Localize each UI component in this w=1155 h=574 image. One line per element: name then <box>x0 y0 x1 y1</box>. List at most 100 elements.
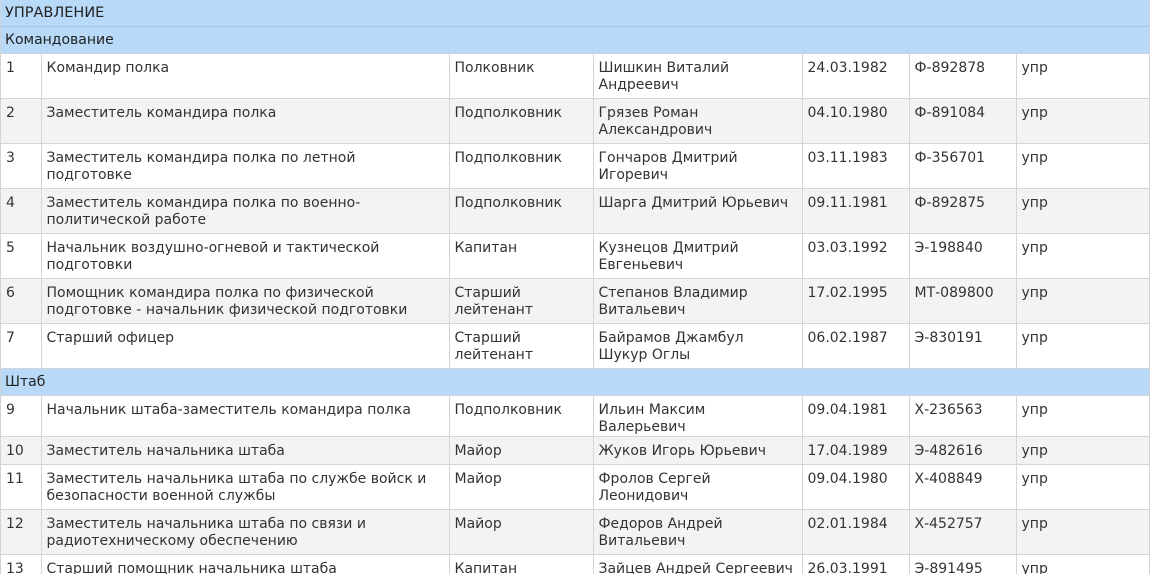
table-header-title: УПРАВЛЕНИЕ <box>1 0 1149 27</box>
table-row[interactable]: 5 Начальник воздушно-огневой и тактическ… <box>1 233 1149 279</box>
cell-name: Степанов Владимир Витальевич <box>593 278 803 324</box>
cell-rank: Старший лейтенант <box>449 323 594 369</box>
cell-code: Х-452757 <box>909 509 1017 555</box>
cell-rank: Майор <box>449 464 594 510</box>
cell-unit: упр <box>1016 98 1149 144</box>
cell-unit: упр <box>1016 278 1149 324</box>
cell-date: 03.11.1983 <box>802 143 910 189</box>
table-row[interactable]: 4 Заместитель командира полка по военно-… <box>1 188 1149 234</box>
cell-unit: упр <box>1016 188 1149 234</box>
cell-position: Старший помощник начальника штаба <box>41 554 450 574</box>
section-table-staff: 9 Начальник штаба-заместитель командира … <box>1 396 1149 574</box>
cell-name: Байрамов Джамбул Шукур Оглы <box>593 323 803 369</box>
table-row[interactable]: 12 Заместитель начальника штаба по связи… <box>1 509 1149 555</box>
cell-unit: упр <box>1016 233 1149 279</box>
cell-code: Э-482616 <box>909 436 1017 465</box>
cell-position: Заместитель начальника штаба <box>41 436 450 465</box>
table-row[interactable]: 6 Помощник командира полка по физической… <box>1 278 1149 324</box>
cell-date: 17.04.1989 <box>802 436 910 465</box>
cell-unit: упр <box>1016 436 1149 465</box>
cell-name: Шарга Дмитрий Юрьевич <box>593 188 803 234</box>
cell-date: 03.03.1992 <box>802 233 910 279</box>
cell-num: 4 <box>1 188 42 234</box>
cell-unit: упр <box>1016 509 1149 555</box>
cell-num: 2 <box>1 98 42 144</box>
table-row[interactable]: 7 Старший офицер Старший лейтенант Байра… <box>1 323 1149 369</box>
cell-position: Начальник штаба-заместитель командира по… <box>41 396 450 437</box>
cell-rank: Подполковник <box>449 98 594 144</box>
cell-code: Э-830191 <box>909 323 1017 369</box>
cell-rank: Подполковник <box>449 143 594 189</box>
cell-name: Ильин Максим Валерьевич <box>593 396 803 437</box>
cell-num: 9 <box>1 396 42 437</box>
cell-name: Федоров Андрей Витальевич <box>593 509 803 555</box>
cell-code: Х-236563 <box>909 396 1017 437</box>
cell-date: 09.04.1980 <box>802 464 910 510</box>
cell-name: Кузнецов Дмитрий Евгеньевич <box>593 233 803 279</box>
cell-position: Заместитель начальника штаба по службе в… <box>41 464 450 510</box>
cell-unit: упр <box>1016 554 1149 574</box>
cell-code: Э-198840 <box>909 233 1017 279</box>
cell-num: 6 <box>1 278 42 324</box>
cell-rank: Майор <box>449 436 594 465</box>
cell-name: Жуков Игорь Юрьевич <box>593 436 803 465</box>
table-row[interactable]: 9 Начальник штаба-заместитель командира … <box>1 396 1149 437</box>
cell-date: 09.04.1981 <box>802 396 910 437</box>
section-title-command: Командование <box>1 27 1149 54</box>
cell-rank: Капитан <box>449 233 594 279</box>
cell-num: 12 <box>1 509 42 555</box>
cell-position: Заместитель начальника штаба по связи и … <box>41 509 450 555</box>
cell-date: 04.10.1980 <box>802 98 910 144</box>
cell-code: Х-408849 <box>909 464 1017 510</box>
cell-position: Старший офицер <box>41 323 450 369</box>
table-row[interactable]: 3 Заместитель командира полка по летной … <box>1 143 1149 189</box>
cell-position: Помощник командира полка по физической п… <box>41 278 450 324</box>
cell-num: 10 <box>1 436 42 465</box>
table-row[interactable]: 2 Заместитель командира полка Подполковн… <box>1 98 1149 144</box>
table-row[interactable]: 13 Старший помощник начальника штаба Кап… <box>1 554 1149 574</box>
cell-rank: Подполковник <box>449 396 594 437</box>
cell-code: Э-891495 <box>909 554 1017 574</box>
cell-name: Шишкин Виталий Андреевич <box>593 54 803 99</box>
cell-unit: упр <box>1016 464 1149 510</box>
cell-rank: Капитан <box>449 554 594 574</box>
cell-rank: Подполковник <box>449 188 594 234</box>
cell-date: 09.11.1981 <box>802 188 910 234</box>
cell-num: 11 <box>1 464 42 510</box>
cell-name: Грязев Роман Александрович <box>593 98 803 144</box>
cell-name: Зайцев Андрей Сергеевич <box>593 554 803 574</box>
cell-position: Заместитель командира полка по военно-по… <box>41 188 450 234</box>
cell-unit: упр <box>1016 143 1149 189</box>
cell-name: Гончаров Дмитрий Игоревич <box>593 143 803 189</box>
cell-num: 3 <box>1 143 42 189</box>
roster-table: УПРАВЛЕНИЕ Командование 1 Командир полка… <box>0 0 1150 574</box>
cell-unit: упр <box>1016 396 1149 437</box>
table-row[interactable]: 1 Командир полка Полковник Шишкин Витали… <box>1 54 1149 99</box>
cell-code: Ф-892875 <box>909 188 1017 234</box>
table-row[interactable]: 11 Заместитель начальника штаба по служб… <box>1 464 1149 510</box>
cell-rank: Старший лейтенант <box>449 278 594 324</box>
cell-rank: Полковник <box>449 54 594 99</box>
cell-name: Фролов Сергей Леонидович <box>593 464 803 510</box>
cell-num: 5 <box>1 233 42 279</box>
cell-position: Заместитель командира полка <box>41 98 450 144</box>
table-row[interactable]: 10 Заместитель начальника штаба Майор Жу… <box>1 436 1149 465</box>
cell-date: 02.01.1984 <box>802 509 910 555</box>
cell-code: Ф-892878 <box>909 54 1017 99</box>
cell-date: 06.02.1987 <box>802 323 910 369</box>
cell-date: 24.03.1982 <box>802 54 910 99</box>
cell-num: 7 <box>1 323 42 369</box>
cell-code: МТ-089800 <box>909 278 1017 324</box>
cell-position: Начальник воздушно-огневой и тактической… <box>41 233 450 279</box>
section-table-command: 1 Командир полка Полковник Шишкин Витали… <box>1 54 1149 369</box>
cell-unit: упр <box>1016 323 1149 369</box>
cell-position: Командир полка <box>41 54 450 99</box>
section-title-staff: Штаб <box>1 369 1149 396</box>
cell-code: Ф-891084 <box>909 98 1017 144</box>
cell-position: Заместитель командира полка по летной по… <box>41 143 450 189</box>
cell-num: 13 <box>1 554 42 574</box>
cell-num: 1 <box>1 54 42 99</box>
cell-unit: упр <box>1016 54 1149 99</box>
cell-rank: Майор <box>449 509 594 555</box>
cell-date: 17.02.1995 <box>802 278 910 324</box>
